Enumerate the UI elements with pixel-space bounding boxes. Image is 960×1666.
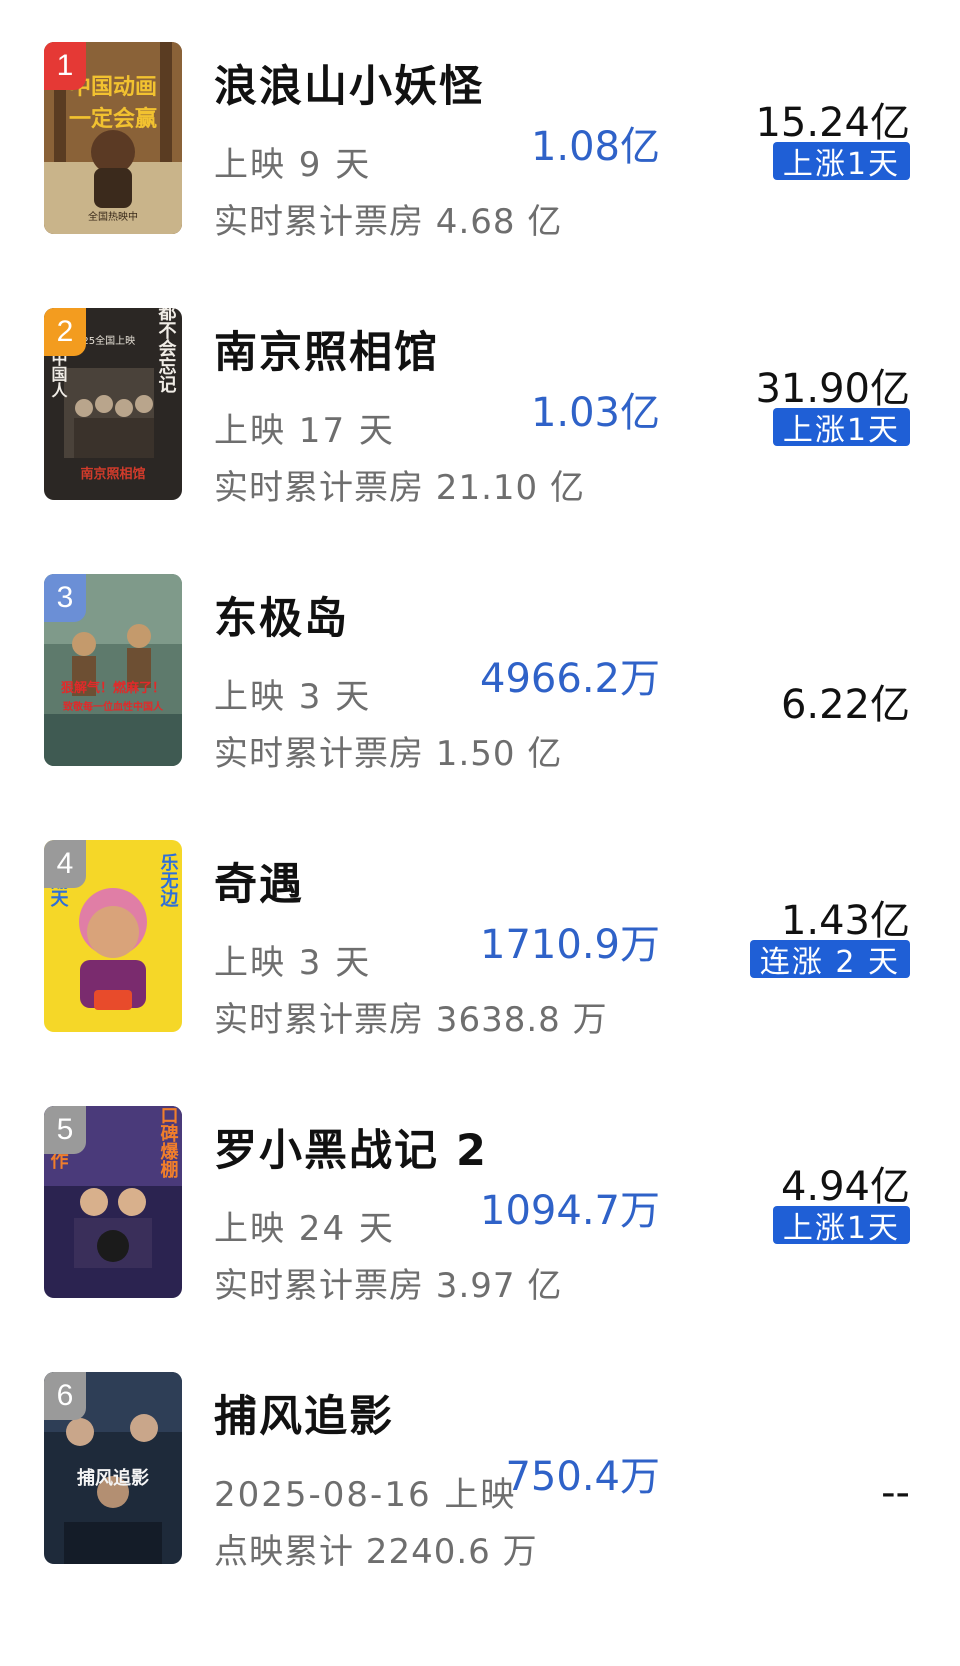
rank-badge: 5 — [44, 1106, 86, 1154]
movie-row[interactable]: 燃制作 口碑爆棚 5 罗小黑战记 2 上映 24 天 实时累计票房 3.97 亿… — [0, 1106, 960, 1372]
svg-text:致敬每一位血性中国人: 致敬每一位血性中国人 — [63, 700, 164, 713]
cumulative-box-office: 实时累计票房 4.68 亿 — [214, 202, 563, 242]
svg-text:都不会忘记: 都不会忘记 — [156, 308, 178, 393]
movie-row[interactable]: 捕风追影 6 捕风追影 2025-08-16 上映 点映累计 2240.6 万 … — [0, 1372, 960, 1638]
svg-text:南京照相馆: 南京照相馆 — [80, 466, 145, 482]
movie-title[interactable]: 南京照相馆 — [214, 318, 439, 380]
trend-badge: 上涨1天 — [772, 408, 910, 448]
cumulative-box-office: 实时累计票房 1.50 亿 — [214, 734, 563, 774]
trend-badge: 连涨 2 天 — [749, 940, 910, 980]
presale-cumulative: 点映累计 2240.6 万 — [214, 1532, 538, 1572]
cumulative-box-office: 实时累计票房 3.97 亿 — [214, 1266, 563, 1306]
daily-box-office: 4966.2万 — [480, 656, 660, 702]
daily-box-office: 1.03亿 — [530, 390, 660, 436]
svg-text:乐无边: 乐无边 — [158, 853, 180, 908]
trend-badge: 上涨1天 — [772, 142, 910, 182]
svg-text:口碑爆棚: 口碑爆棚 — [158, 1106, 179, 1179]
movie-title[interactable]: 奇遇 — [214, 850, 304, 912]
movie-title[interactable]: 捕风追影 — [214, 1382, 394, 1444]
movie-row[interactable]: 狠解气！燃麻了！ 致敬每一位血性中国人 3 东极岛 上映 3 天 实时累计票房 … — [0, 574, 960, 840]
daily-box-office: 1710.9万 — [480, 922, 660, 968]
svg-text:狠解气！燃麻了！: 狠解气！燃麻了！ — [61, 680, 165, 696]
trend-badge: 上涨1天 — [772, 1206, 910, 1246]
rank-badge: 4 — [44, 840, 86, 888]
release-days: 上映 9 天 — [214, 145, 372, 185]
daily-box-office: 750.4万 — [505, 1454, 660, 1500]
rank-badge: 1 — [44, 42, 86, 90]
total-box-office: -- — [881, 1470, 910, 1516]
daily-box-office: 1.08亿 — [530, 124, 660, 170]
rank-badge: 2 — [44, 308, 86, 356]
release-days: 上映 3 天 — [214, 943, 372, 983]
movie-title[interactable]: 罗小黑战记 2 — [214, 1116, 488, 1178]
movie-title[interactable]: 浪浪山小妖怪 — [214, 52, 484, 114]
svg-text:一定会赢: 一定会赢 — [69, 106, 157, 132]
movie-row[interactable]: 笑翻天 乐无边 4 奇遇 上映 3 天 实时累计票房 3638.8 万 1710… — [0, 840, 960, 1106]
release-days: 上映 24 天 — [214, 1209, 395, 1249]
rank-badge: 3 — [44, 574, 86, 622]
release-date: 2025-08-16 上映 — [214, 1475, 517, 1515]
movie-row[interactable]: 7.25全国上映 都不会忘记 一个中国人 南京照相馆 2 南京照相馆 上映 17… — [0, 308, 960, 574]
movie-title[interactable]: 东极岛 — [214, 584, 349, 646]
rank-badge: 6 — [44, 1372, 86, 1420]
box-office-list: 中国动画 一定会赢 全国热映中 1 浪浪山小妖怪 上映 9 天 实时累计票房 4… — [0, 0, 960, 1666]
cumulative-box-office: 实时累计票房 21.10 亿 — [214, 468, 585, 508]
svg-text:全国热映中: 全国热映中 — [88, 210, 138, 223]
release-days: 上映 17 天 — [214, 411, 395, 451]
release-days: 上映 3 天 — [214, 677, 372, 717]
total-box-office: 6.22亿 — [780, 682, 910, 728]
movie-row[interactable]: 中国动画 一定会赢 全国热映中 1 浪浪山小妖怪 上映 9 天 实时累计票房 4… — [0, 42, 960, 308]
cumulative-box-office: 实时累计票房 3638.8 万 — [214, 1000, 608, 1040]
svg-text:捕风追影: 捕风追影 — [77, 1467, 149, 1489]
daily-box-office: 1094.7万 — [480, 1188, 660, 1234]
